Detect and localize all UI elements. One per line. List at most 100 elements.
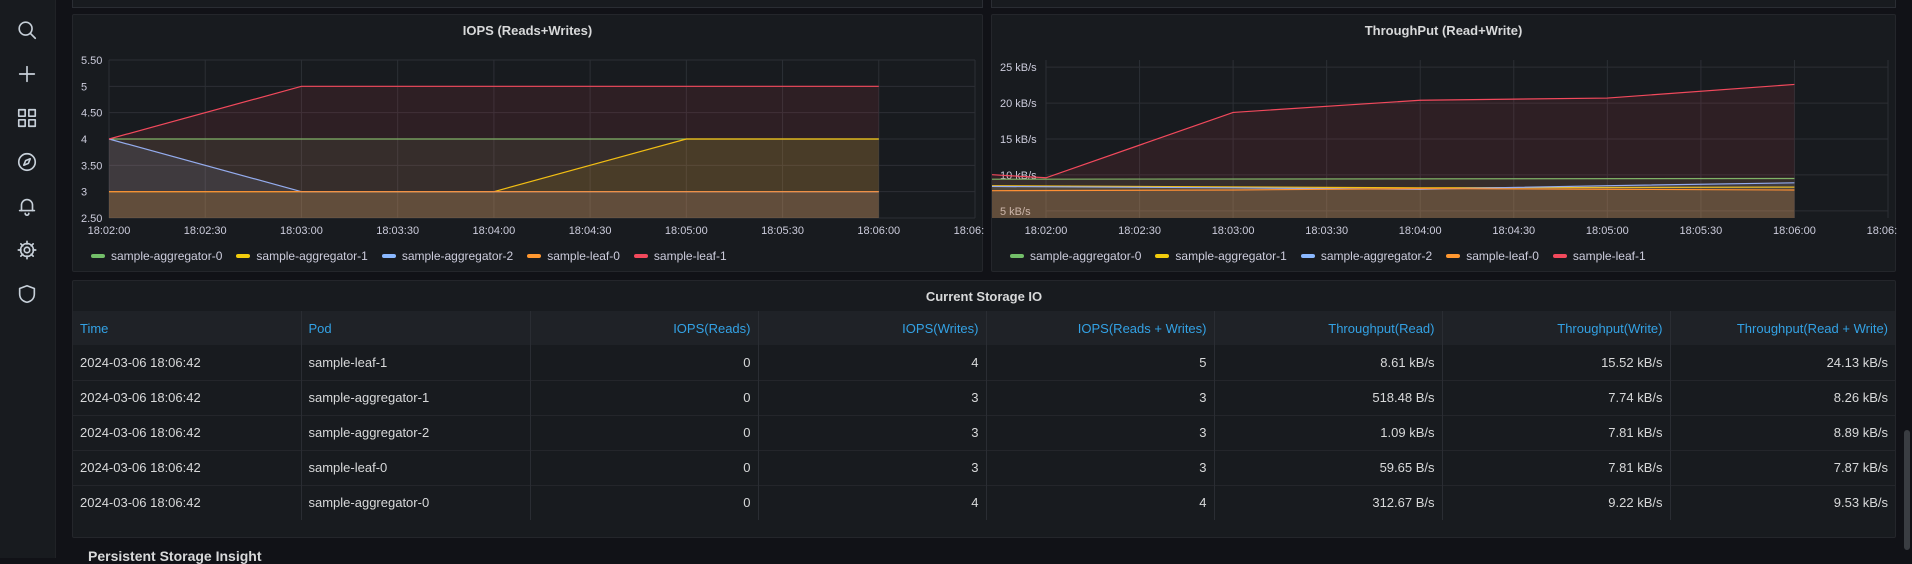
x-tick-label: 18:06:30	[1867, 225, 1897, 237]
legend-label: sample-leaf-0	[547, 249, 620, 263]
table-row: 2024-03-06 18:06:42 sample-aggregator-1 …	[73, 379, 1895, 415]
legend-item-sample-aggregator-0[interactable]: sample-aggregator-0	[1010, 249, 1141, 263]
persistent-storage-insight-heading[interactable]: Persistent Storage Insight	[88, 548, 261, 564]
cell-throughput-read: 312.67 B/s	[1214, 484, 1443, 520]
cell-throughput-total: 24.13 kB/s	[1826, 354, 1888, 370]
cell-throughput-write: 7.81 kB/s	[1442, 449, 1671, 485]
legend-label: sample-leaf-0	[1466, 249, 1539, 263]
x-tick-label: 18:02:30	[1118, 225, 1161, 237]
panel-above-left	[72, 0, 983, 8]
shield-icon[interactable]	[14, 281, 40, 307]
gear-icon[interactable]	[14, 237, 40, 263]
legend-item-sample-leaf-0[interactable]: sample-leaf-0	[1446, 249, 1539, 263]
x-tick-label: 18:02:30	[184, 225, 227, 237]
legend-item-sample-aggregator-2[interactable]: sample-aggregator-2	[1300, 249, 1433, 263]
iops-chart[interactable]: 18:02:00 18:02:30 18:03:00 18:03:30 18:04:00…	[73, 15, 984, 240]
column-header-throughput-read[interactable]: Throughput(Read)	[1214, 311, 1443, 345]
explore-icon[interactable]	[14, 149, 40, 175]
x-tick-label: 18:04:30	[1492, 225, 1535, 237]
plus-icon[interactable]	[14, 61, 40, 87]
cell-iops-writes: 3	[758, 449, 987, 485]
table-row: 2024-03-06 18:06:42 sample-leaf-0 0 3 3 …	[73, 449, 1895, 485]
legend-label: sample-aggregator-1	[256, 249, 368, 263]
x-tick-label: 18:05:30	[1679, 225, 1722, 237]
cell-iops-total: 3	[986, 379, 1215, 415]
series-area-sample-leaf-1	[992, 84, 1795, 218]
cell-time: 2024-03-06 18:06:42	[73, 484, 302, 520]
x-tick-label: 18:05:30	[761, 225, 804, 237]
y-tick-label: 3.50	[81, 160, 102, 172]
legend-item-sample-leaf-1[interactable]: sample-leaf-1	[1552, 249, 1646, 263]
legend-label: sample-aggregator-2	[1320, 249, 1433, 263]
legend-swatch	[91, 254, 105, 258]
legend-swatch	[1155, 254, 1170, 258]
legend-item-sample-leaf-1[interactable]: sample-leaf-1	[633, 249, 727, 263]
y-tick-label: 2.50	[81, 213, 102, 225]
cell-throughput-read: 1.09 kB/s	[1214, 414, 1443, 450]
cell-throughput-total: 7.87 kB/s	[1670, 449, 1895, 485]
cell-throughput-read: 59.65 B/s	[1214, 449, 1443, 485]
legend-item-sample-aggregator-1[interactable]: sample-aggregator-1	[236, 249, 368, 263]
x-tick-label: 18:03:00	[1212, 225, 1255, 237]
scrollbar-thumb[interactable]	[1904, 430, 1910, 550]
dashboards-icon[interactable]	[14, 105, 40, 131]
legend-label: sample-aggregator-1	[1175, 249, 1287, 263]
legend-item-sample-aggregator-0[interactable]: sample-aggregator-0	[91, 249, 222, 263]
legend-swatch	[633, 254, 648, 258]
cell-iops-total: 3	[986, 449, 1215, 485]
cell-iops-total: 4	[986, 484, 1215, 520]
legend-swatch	[1552, 254, 1567, 258]
cell-throughput-write: 7.74 kB/s	[1442, 379, 1671, 415]
x-tick-label: 18:04:00	[1399, 225, 1442, 237]
cell-iops-writes: 4	[758, 345, 987, 380]
throughput-panel[interactable]: ThroughPut (Read+Write) 18:02:00 18:02:30…	[991, 14, 1897, 272]
cell-pod: sample-aggregator-1	[301, 379, 531, 415]
column-header-time[interactable]: Time	[73, 311, 302, 345]
x-tick-label: 18:02:00	[1025, 225, 1068, 237]
cell-throughput-read: 8.61 kB/s	[1214, 345, 1443, 380]
y-tick-label: 4	[81, 134, 87, 146]
cell-time: 2024-03-06 18:06:42	[73, 379, 302, 415]
y-tick-label: 4.50	[81, 108, 102, 120]
legend-swatch	[1010, 254, 1024, 258]
column-header-pod[interactable]: Pod	[301, 311, 531, 345]
x-tick-label: 18:04:00	[472, 225, 515, 237]
storage-table-title: Current Storage IO	[925, 289, 1043, 304]
x-tick-label: 18:03:30	[376, 225, 419, 237]
x-tick-label: 18:04:30	[569, 225, 612, 237]
column-header-iops-total[interactable]: IOPS(Reads + Writes)	[986, 311, 1215, 345]
y-tick-label: 20 kB/s	[1000, 98, 1037, 110]
cell-iops-writes: 3	[758, 379, 987, 415]
sidebar	[0, 0, 56, 558]
x-tick-label: 18:03:00	[280, 225, 323, 237]
x-tick-label: 18:06:00	[857, 225, 900, 237]
cell-iops-reads: 0	[530, 449, 759, 485]
cell-pod: sample-aggregator-2	[301, 414, 531, 450]
legend-label: sample-leaf-1	[1572, 249, 1646, 263]
table-row: 2024-03-06 18:06:42 sample-aggregator-0 …	[73, 484, 1895, 520]
cell-pod: sample-leaf-0	[301, 449, 531, 485]
legend-item-sample-aggregator-2[interactable]: sample-aggregator-2	[381, 249, 514, 263]
legend-item-sample-leaf-0[interactable]: sample-leaf-0	[527, 249, 620, 263]
cell-throughput-write: 15.52 kB/s	[1442, 345, 1671, 380]
iops-panel[interactable]: IOPS (Reads+Writes) 18:02:00 18:02:30 18:0…	[72, 14, 984, 272]
throughput-legend: sample-aggregator-0 sample-aggregator-1 sa…	[1010, 249, 1646, 263]
legend-item-sample-aggregator-1[interactable]: sample-aggregator-1	[1155, 249, 1287, 263]
y-tick-label: 25 kB/s	[1000, 62, 1037, 74]
y-tick-label: 5.50	[81, 55, 102, 67]
alerting-bell-icon[interactable]	[14, 193, 40, 219]
cell-time: 2024-03-06 18:06:42	[73, 414, 302, 450]
cell-iops-reads: 0	[530, 484, 759, 520]
series-area-sample-leaf-1	[109, 86, 879, 218]
legend-label: sample-aggregator-0	[111, 249, 223, 263]
throughput-chart[interactable]: 18:02:00 18:02:30 18:03:00 18:03:30 18:04:00…	[992, 15, 1897, 240]
legend-swatch	[1446, 254, 1461, 258]
column-header-throughput-write[interactable]: Throughput(Write)	[1442, 311, 1671, 345]
legend-label: sample-aggregator-2	[401, 249, 514, 263]
table-row: 2024-03-06 18:06:42 sample-aggregator-2 …	[73, 414, 1895, 450]
column-header-iops-reads[interactable]: IOPS(Reads)	[530, 311, 759, 345]
cell-throughput-write: 9.22 kB/s	[1442, 484, 1671, 520]
search-icon[interactable]	[14, 17, 40, 43]
column-header-iops-writes[interactable]: IOPS(Writes)	[758, 311, 987, 345]
column-header-throughput-total[interactable]: Throughput(Read + Write)	[1670, 311, 1895, 345]
